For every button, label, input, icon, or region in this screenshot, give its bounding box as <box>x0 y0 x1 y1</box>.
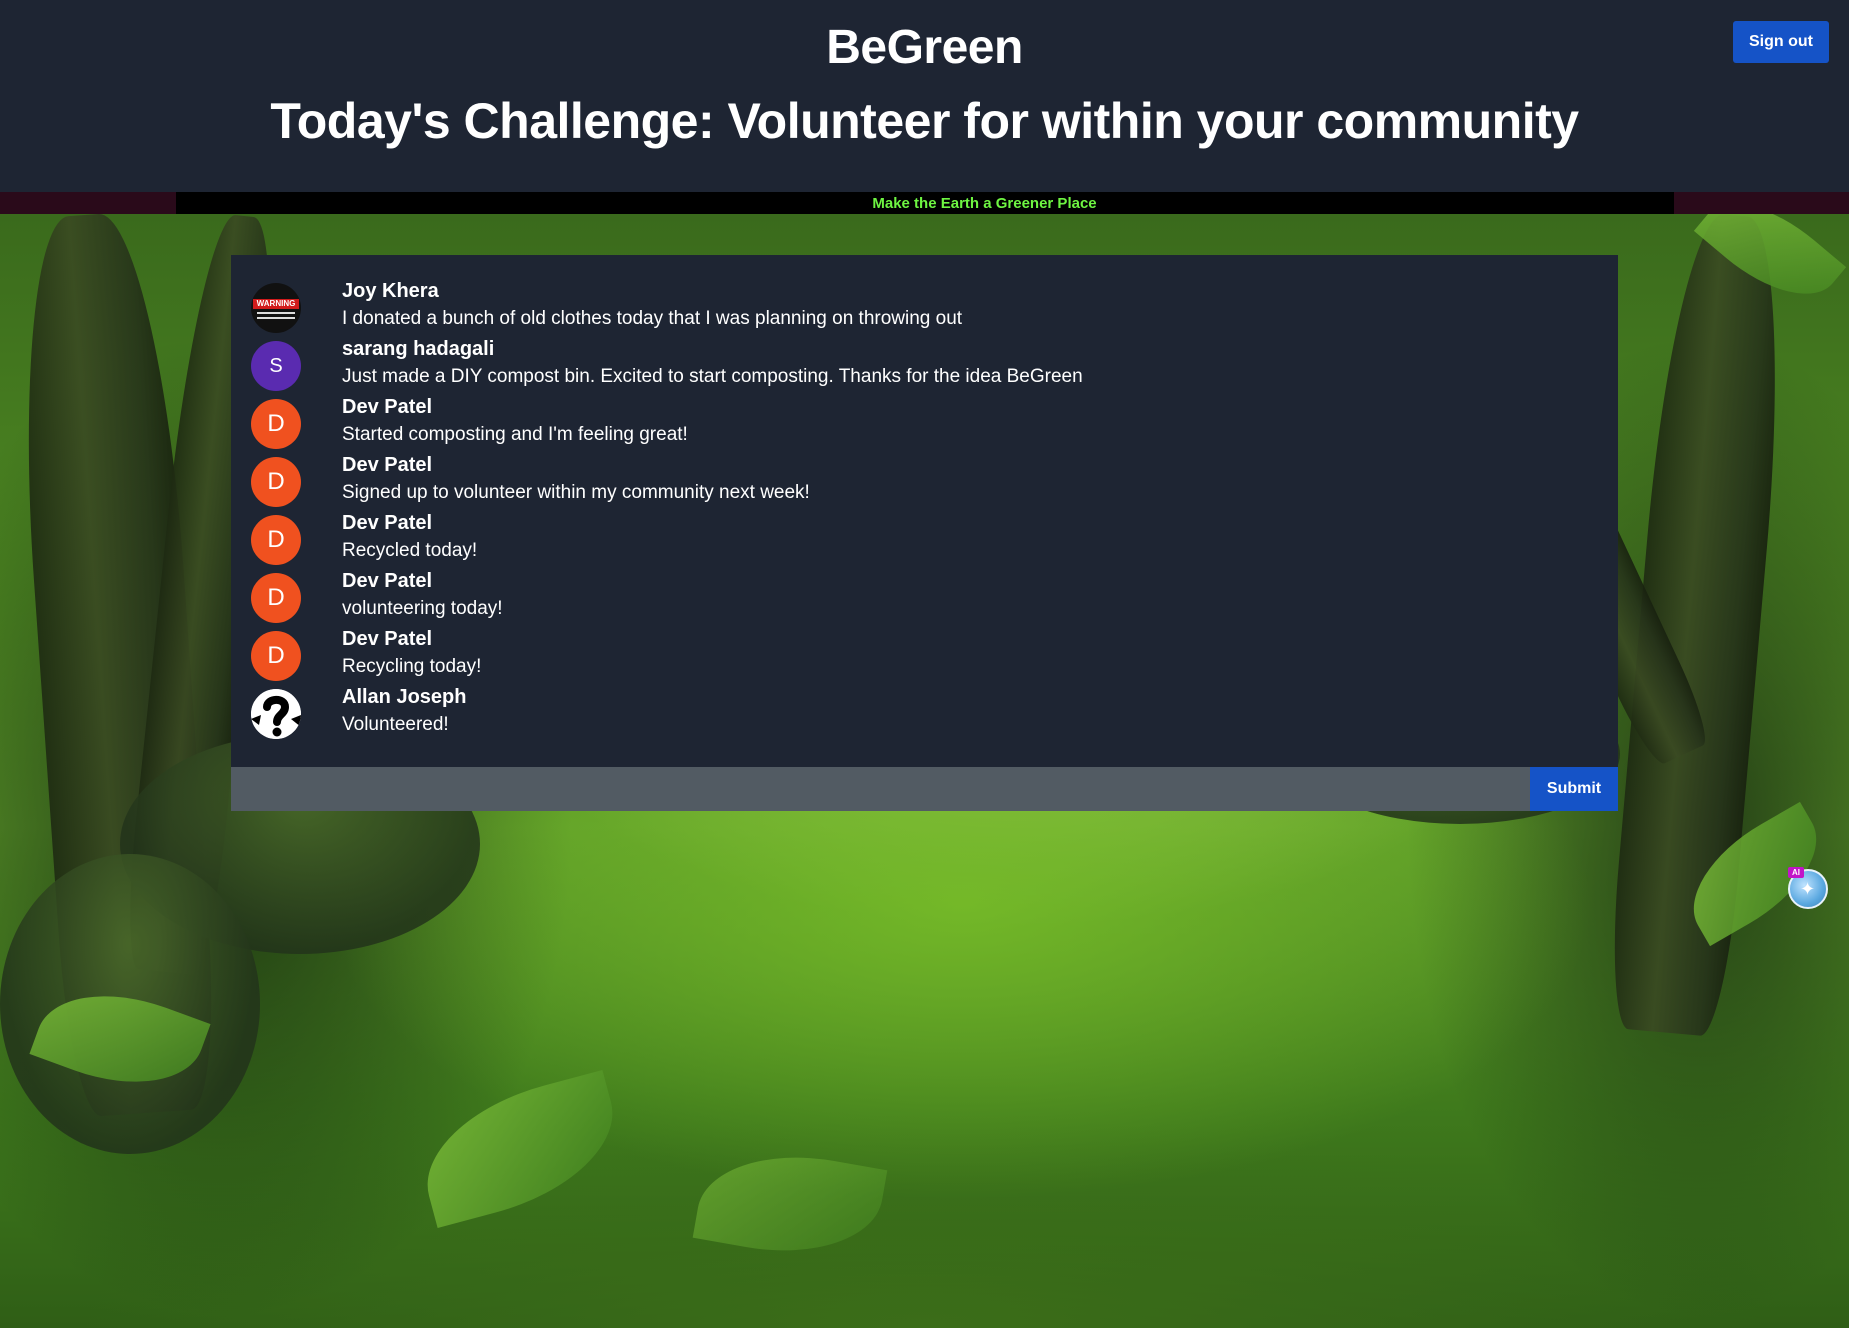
avatar: D <box>251 515 301 565</box>
post-text: volunteering today! <box>342 598 503 619</box>
post-item: D Dev Patel Recycled today! <box>251 512 1591 566</box>
post-feed: WARNING Joy Khera I donated a bunch of o… <box>231 255 1618 767</box>
avatar: S <box>251 341 301 391</box>
post-text: Started composting and I'm feeling great… <box>342 424 688 445</box>
warning-image-icon: WARNING <box>253 299 299 309</box>
avatar: D <box>251 399 301 449</box>
post-text: Signed up to volunteer within my communi… <box>342 482 810 503</box>
post-text: Volunteered! <box>342 714 449 735</box>
post-text: I donated a bunch of old clothes today t… <box>342 308 963 329</box>
post-item: D Dev Patel Recycling today! <box>251 628 1591 682</box>
post-author: Allan Joseph <box>342 686 467 708</box>
post-input[interactable] <box>231 767 1530 811</box>
avatar: WARNING <box>251 283 301 333</box>
post-item: D Dev Patel Signed up to volunteer withi… <box>251 454 1591 508</box>
assistant-icon: ✦ <box>1800 879 1816 899</box>
post-item: S sarang hadagali Just made a DIY compos… <box>251 338 1591 392</box>
post-author: Joy Khera <box>342 280 439 302</box>
app-title: BeGreen <box>826 21 1023 74</box>
avatar: D <box>251 631 301 681</box>
assistant-widget-button[interactable]: AI ✦ <box>1788 867 1828 909</box>
post-item: Allan Joseph Volunteered! <box>251 686 1591 740</box>
post-author: Dev Patel <box>342 570 433 592</box>
post-author: Dev Patel <box>342 396 433 418</box>
sign-out-button[interactable]: Sign out <box>1733 21 1829 63</box>
post-item: D Dev Patel Started composting and I'm f… <box>251 396 1591 450</box>
avatar <box>251 689 301 739</box>
post-item: WARNING Joy Khera I donated a bunch of o… <box>251 280 1591 334</box>
app-header: BeGreen Today's Challenge: Volunteer for… <box>0 0 1849 192</box>
avatar: D <box>251 457 301 507</box>
post-author: Dev Patel <box>342 628 433 650</box>
tagline-banner: Make the Earth a Greener Place <box>0 192 1849 214</box>
post-text: Recycled today! <box>342 540 478 561</box>
ai-badge: AI <box>1788 867 1804 878</box>
post-author: Dev Patel <box>342 454 433 476</box>
post-author: Dev Patel <box>342 512 433 534</box>
post-text: Just made a DIY compost bin. Excited to … <box>342 366 1083 387</box>
post-author: sarang hadagali <box>342 338 495 360</box>
challenge-title: Today's Challenge: Volunteer for within … <box>270 93 1579 149</box>
avatar: D <box>251 573 301 623</box>
tagline-text: Make the Earth a Greener Place <box>872 195 1097 212</box>
post-text: Recycling today! <box>342 656 482 677</box>
submit-button[interactable]: Submit <box>1530 767 1618 811</box>
question-mark-icon <box>251 689 301 739</box>
post-item: D Dev Patel volunteering today! <box>251 570 1591 624</box>
